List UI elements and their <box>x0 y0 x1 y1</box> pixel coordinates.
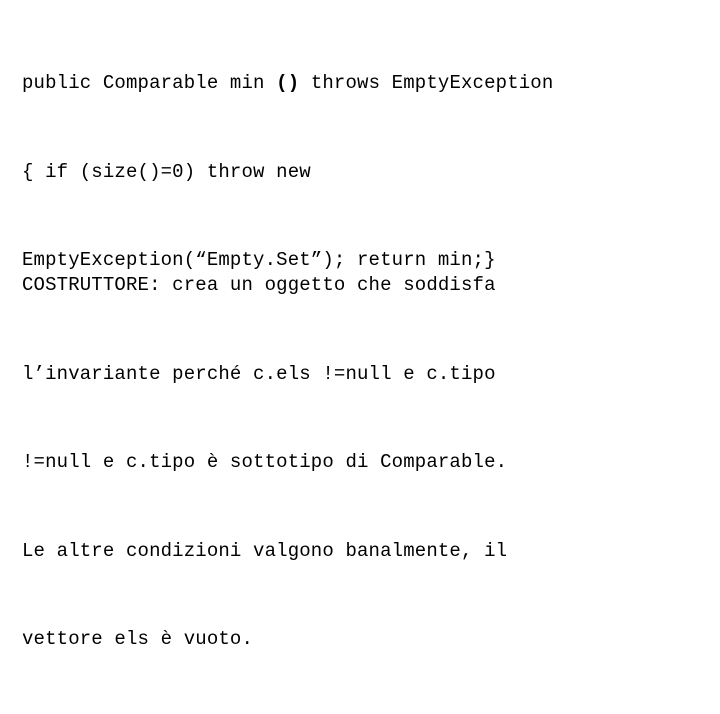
code-line-1-part-3: throws EmptyException <box>299 72 554 94</box>
description-line-5: vettore els è vuoto. <box>22 628 254 650</box>
description-line-3: !=null e c.tipo è sottotipo di Comparabl… <box>22 451 508 473</box>
slide-canvas: public Comparable min () throws EmptyExc… <box>0 0 720 650</box>
code-line-1-parens: () <box>276 72 300 94</box>
description-line-2: l’invariante perché c.els !=null e c.tip… <box>22 362 496 385</box>
description-line-1: COSTRUTTORE: crea un oggetto che soddisf… <box>22 274 496 296</box>
code-line-2: { if (size()=0) throw new <box>22 160 311 183</box>
description-block: COSTRUTTORE: crea un oggetto che soddisf… <box>22 212 507 714</box>
code-line-1-part-1: public Comparable min <box>22 72 277 94</box>
code-line-1: public Comparable min () throws EmptyExc… <box>22 69 553 99</box>
description-line-4: Le altre condizioni valgono banalmente, … <box>22 539 508 562</box>
